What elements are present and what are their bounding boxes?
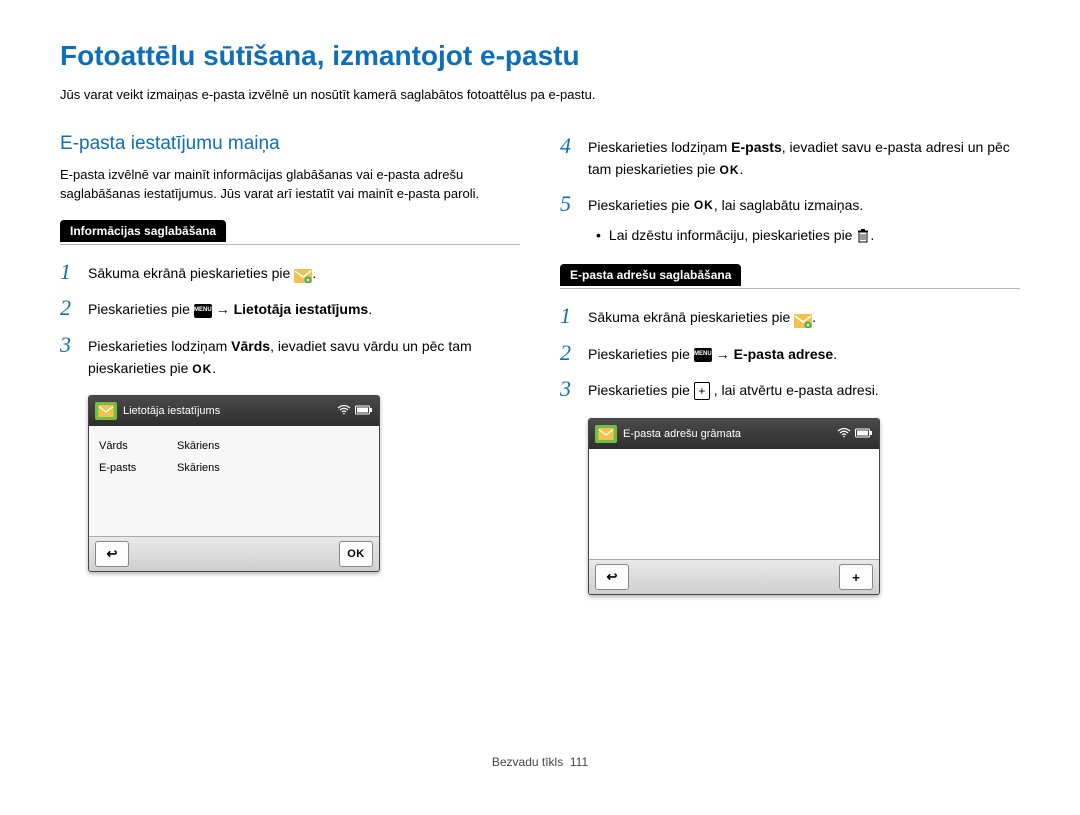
mock-label: Vārds: [99, 440, 177, 452]
email-app-icon: [294, 267, 312, 281]
tab-email-saving: E-pasta adrešu saglabāšana: [560, 264, 741, 286]
email-app-icon: [595, 425, 617, 443]
step-text: , lai saglabātu izmaiņas.: [714, 197, 863, 213]
step-4: 4 Pieskarieties lodziņam E-pasts, ievadi…: [560, 133, 1020, 181]
left-column: E-pasta iestatījumu maiņa E-pasta izvēln…: [60, 133, 520, 596]
step-text: Pieskarieties lodziņam: [88, 338, 231, 354]
mock-title: Lietotāja iestatījums: [123, 405, 331, 417]
ok-icon: OK: [694, 196, 714, 215]
step-1: 1 Sākuma ekrānā pieskarieties pie .: [60, 259, 520, 285]
step-body: Pieskarieties pie OK, lai saglabātu izma…: [588, 191, 1020, 216]
step-text: Pieskarieties pie: [588, 382, 694, 398]
step-bold: Lietotāja iestatījums: [234, 301, 369, 317]
back-button[interactable]: ↩: [595, 564, 629, 590]
step-text: Pieskarieties pie: [88, 301, 190, 317]
mock-row-email[interactable]: E-pasts Skāriens: [99, 462, 369, 474]
step-text: Lai dzēstu informāciju, pieskarieties pi…: [609, 227, 856, 243]
status-icons: [337, 405, 373, 418]
ok-icon: OK: [720, 161, 740, 180]
step-number: 1: [60, 259, 78, 285]
divider: [560, 288, 1020, 289]
content-columns: E-pasta iestatījumu maiņa E-pasta izvēln…: [60, 133, 1020, 596]
section-title: E-pasta iestatījumu maiņa: [60, 133, 520, 155]
step-bold: Vārds: [231, 338, 270, 354]
bullet-icon: •: [596, 227, 601, 244]
intro-text: Jūs varat veikt izmaiņas e-pasta izvēlnē…: [60, 86, 1020, 105]
step-number: 4: [560, 133, 578, 159]
email-app-icon: [794, 312, 812, 326]
step-text: Pieskarieties pie: [588, 346, 690, 362]
tab-info-saving: Informācijas saglabāšana: [60, 220, 226, 242]
ok-icon: OK: [192, 360, 212, 379]
mock-value: Skāriens: [177, 462, 369, 474]
step-number: 3: [60, 332, 78, 358]
wifi-icon: [337, 405, 351, 418]
step-5-sub: • Lai dzēstu informāciju, pieskarieties …: [596, 227, 1020, 244]
back-button[interactable]: ↩: [95, 541, 129, 567]
status-icons: [837, 428, 873, 441]
mock-header: Lietotāja iestatījums: [89, 396, 379, 426]
step-body: Pieskarieties pie + , lai atvērtu e-past…: [588, 376, 1020, 401]
step-body: Pieskarieties pie MENU → Lietotāja iesta…: [88, 295, 520, 320]
step-5: 5 Pieskarieties pie OK, lai saglabātu iz…: [560, 191, 1020, 217]
section-text: E-pasta izvēlnē var mainīt informācijas …: [60, 165, 520, 204]
mock-body: Vārds Skāriens E-pasts Skāriens: [89, 426, 379, 536]
step-text: Sākuma ekrānā pieskarieties pie: [588, 309, 790, 325]
mock-user-settings: Lietotāja iestatījums Vārds Skāriens E-p…: [88, 395, 380, 572]
mock-header: E-pasta adrešu grāmata: [589, 419, 879, 449]
email-app-icon: [95, 402, 117, 420]
divider: [60, 244, 520, 245]
step-number: 1: [560, 303, 578, 329]
right-column: 4 Pieskarieties lodziņam E-pasts, ievadi…: [560, 133, 1020, 596]
mock-body-empty: [589, 449, 879, 559]
ok-button[interactable]: OK: [339, 541, 373, 567]
step-body: Pieskarieties lodziņam Vārds, ievadiet s…: [88, 332, 520, 380]
step-3: 3 Pieskarieties lodziņam Vārds, ievadiet…: [60, 332, 520, 380]
battery-icon: [855, 428, 873, 441]
step-body: Pieskarieties lodziņam E-pasts, ievadiet…: [588, 133, 1020, 181]
step-bold: E-pasta adrese: [734, 346, 834, 362]
page-title: Fotoattēlu sūtīšana, izmantojot e-pastu: [60, 40, 1020, 72]
step-text: Sākuma ekrānā pieskarieties pie: [88, 265, 290, 281]
step-r3: 3 Pieskarieties pie + , lai atvērtu e-pa…: [560, 376, 1020, 402]
step-text: Pieskarieties lodziņam: [588, 139, 731, 155]
step-body: Sākuma ekrānā pieskarieties pie .: [88, 259, 520, 284]
battery-icon: [355, 405, 373, 418]
menu-icon: MENU: [194, 304, 212, 318]
mock-value: Skāriens: [177, 440, 369, 452]
mock-footer: ↩ OK: [89, 536, 379, 571]
step-body: Pieskarieties pie MENU → E-pasta adrese.: [588, 340, 1020, 365]
mock-address-book: E-pasta adrešu grāmata ↩ +: [588, 418, 880, 595]
step-text: Pieskarieties pie: [588, 197, 694, 213]
mock-footer: ↩ +: [589, 559, 879, 594]
plus-icon: +: [694, 382, 710, 400]
menu-icon: MENU: [694, 348, 712, 362]
trash-icon: [856, 228, 870, 244]
mock-row-name[interactable]: Vārds Skāriens: [99, 440, 369, 452]
step-number: 3: [560, 376, 578, 402]
add-button[interactable]: +: [839, 564, 873, 590]
mock-title: E-pasta adrešu grāmata: [623, 428, 831, 440]
page-footer: Bezvadu tīkls 111: [60, 755, 1020, 769]
sub-text: Lai dzēstu informāciju, pieskarieties pi…: [609, 227, 874, 244]
footer-section: Bezvadu tīkls: [492, 755, 563, 769]
step-body: Sākuma ekrānā pieskarieties pie .: [588, 303, 1020, 328]
footer-page-number: 111: [570, 755, 588, 769]
step-2: 2 Pieskarieties pie MENU → Lietotāja ies…: [60, 295, 520, 321]
step-text: , lai atvērtu e-pasta adresi.: [714, 382, 879, 398]
step-number: 2: [60, 295, 78, 321]
step-number: 5: [560, 191, 578, 217]
mock-label: E-pasts: [99, 462, 177, 474]
step-bold: E-pasts: [731, 139, 782, 155]
wifi-icon: [837, 428, 851, 441]
step-r2: 2 Pieskarieties pie MENU → E-pasta adres…: [560, 340, 1020, 366]
step-r1: 1 Sākuma ekrānā pieskarieties pie .: [560, 303, 1020, 329]
step-number: 2: [560, 340, 578, 366]
